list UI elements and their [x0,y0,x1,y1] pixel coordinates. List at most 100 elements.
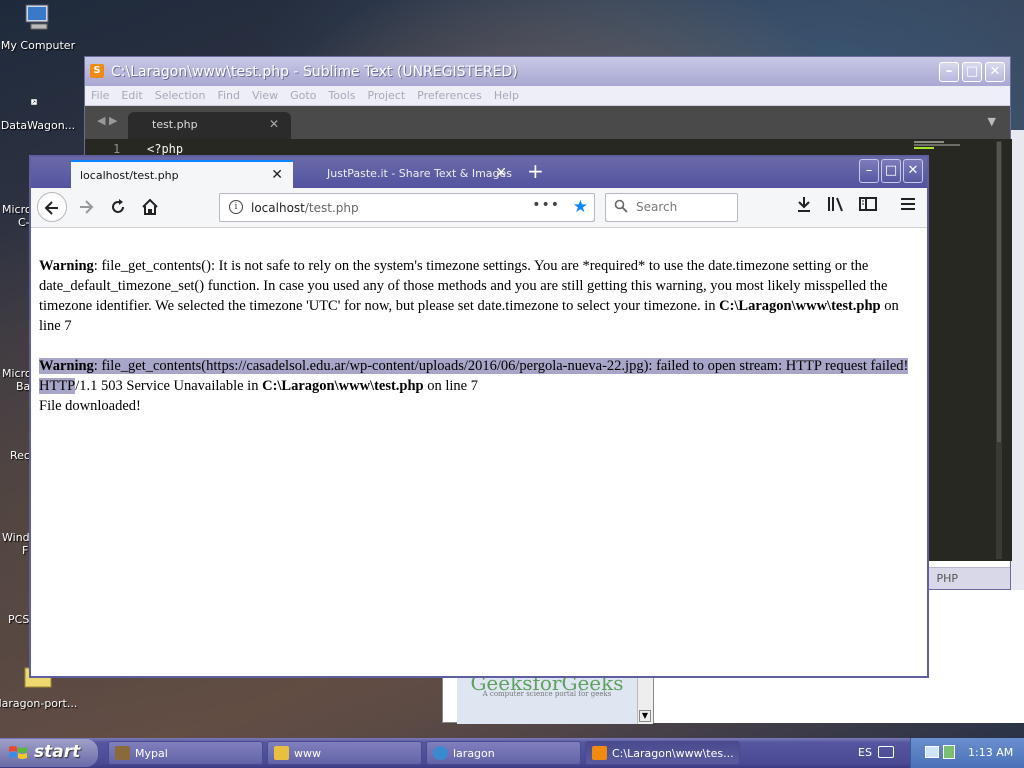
task-label: laragon [453,747,495,760]
home-icon [142,198,158,215]
scroll-down-icon[interactable]: ▼ [639,710,651,722]
warning-message-1: Warning: file_get_contents(): It is not … [39,256,919,336]
windows-flag-icon [9,746,27,759]
menu-file[interactable]: File [85,86,115,102]
monitor-icon[interactable] [925,746,939,758]
warning-message-2: Warning: file_get_contents(https://casad… [39,356,919,396]
maximize-button[interactable]: □ [962,62,982,82]
tab-label: JustPaste.it - Share Text & Images [327,167,513,180]
task-label: www [294,747,321,760]
mypal-icon [115,746,130,760]
menu-tools[interactable]: Tools [322,86,361,102]
menu-edit[interactable]: Edit [115,86,148,102]
taskbar-item-mypal[interactable]: Mypal [108,741,263,765]
bookmark-star-icon[interactable]: ★ [573,197,588,217]
sublime-titlebar[interactable]: S C:\Laragon\www\test.php - Sublime Text… [85,57,1010,86]
downloads-button[interactable] [793,196,815,218]
new-tab-button[interactable]: + [527,159,544,183]
sublime-menubar: File Edit Selection Find View Goto Tools Projec… [85,86,1010,106]
home-button[interactable] [135,192,165,222]
reload-button[interactable] [103,192,133,222]
desktop-partial-label: Rec [10,449,30,462]
my-computer-label: My Computer [0,39,76,52]
background-window-edge [1011,130,1024,590]
clock[interactable]: 1:13 AM [968,746,1013,759]
firefox-window[interactable]: localhost/test.php ✕ JustPaste.it - Shar… [29,155,929,678]
task-label: C:\Laragon\www\tes... [612,747,734,760]
tab-label: localhost/test.php [80,169,179,182]
menu-selection[interactable]: Selection [149,86,212,102]
close-tab-icon[interactable]: ✕ [269,117,279,131]
download-status: File downloaded! [39,398,141,414]
laragon-icon [433,746,448,760]
datawagon-label: DataWagon... [0,119,76,132]
warning-line-number: 7 [64,318,72,334]
maximize-button[interactable]: □ [881,159,901,183]
start-button[interactable]: start [0,739,98,767]
warning-line-number: 7 [470,378,478,394]
scrollbar[interactable]: ▼ [637,678,653,724]
sidebar-button[interactable] [857,196,879,218]
background-browser-window: GeeksforGeeks A computer science portal … [442,671,654,724]
close-tab-icon[interactable]: ✕ [271,167,283,183]
minimize-button[interactable]: – [859,159,879,183]
warning-label: Warning [39,358,94,374]
sidebar-icon [859,197,877,211]
language-indicator[interactable]: ES [858,746,872,759]
menu-view[interactable]: View [246,86,284,102]
forward-button[interactable] [71,192,101,222]
sublime-window-title: C:\Laragon\www\test.php - Sublime Text (… [111,64,518,80]
keyboard-icon[interactable] [878,746,894,758]
menu-preferences[interactable]: Preferences [411,86,488,102]
taskbar: start Mypal www laragon C:\Laragon\www\t… [0,738,1024,768]
sublime-tabbar: ◀ ▶ test.php ✕ ▼ [85,106,1010,139]
datawagon-icon[interactable]: DataWagon... [0,98,78,132]
page-content: Warning: file_get_contents(): It is not … [31,228,927,676]
desktop-partial-label: Micro [2,367,32,380]
desktop-partial-label: PCS [8,613,30,626]
taskbar-item-laragon[interactable]: laragon [426,741,581,765]
menu-project[interactable]: Project [362,86,412,102]
close-button[interactable]: ✕ [985,62,1005,82]
minimize-button[interactable]: – [939,62,959,82]
search-box[interactable] [605,193,738,222]
search-icon [614,199,628,213]
code-line: <?php [147,142,184,156]
desktop-partial-label: Micro [2,203,32,216]
taskbar-item-www[interactable]: www [267,741,422,765]
task-label: Mypal [135,747,168,760]
my-computer-icon[interactable]: My Computer [0,2,78,52]
url-text: localhost/test.php [251,201,359,215]
page-actions-icon[interactable]: ••• [532,197,560,213]
menu-button[interactable] [897,196,919,218]
desktop-partial-label: C- [18,216,30,229]
desktop-partial-label: F [22,544,29,557]
taskbar-item-sublime[interactable]: C:\Laragon\www\tes... [585,741,740,765]
library-icon [828,197,843,212]
back-button[interactable] [37,192,67,222]
warning-file: C:\Laragon\www\test.php [262,378,424,394]
close-button[interactable]: ✕ [903,159,923,183]
search-input[interactable] [636,200,731,214]
firefox-tabbar: localhost/test.php ✕ JustPaste.it - Shar… [31,157,927,188]
geeksforgeeks-tagline: A computer science portal for geeks [482,690,612,698]
syntax-label[interactable]: PHP [936,572,958,585]
menu-goto[interactable]: Goto [284,86,322,102]
tab-justpaste[interactable]: JustPaste.it - Share Text & Images ✕ [295,160,517,188]
menu-find[interactable]: Find [211,86,246,102]
url-bar[interactable]: i localhost/test.php ••• ★ [219,193,595,222]
sublime-tab-test-php[interactable]: test.php ✕ [128,112,291,139]
laragon-portable-label: laragon-port... [0,697,78,710]
tab-nav-arrows[interactable]: ◀ ▶ [97,114,117,127]
info-icon[interactable]: i [229,200,243,214]
close-tab-icon[interactable]: ✕ [495,165,507,181]
sublime-tab-label: test.php [152,118,198,131]
start-label: start [34,742,81,762]
menu-help[interactable]: Help [488,86,525,102]
sublime-logo-icon: S [90,64,104,78]
forward-arrow-icon [80,200,94,214]
tab-localhost-test[interactable]: localhost/test.php ✕ [71,160,293,188]
library-button[interactable] [825,196,847,218]
tab-dropdown-icon[interactable]: ▼ [988,115,996,128]
network-icon[interactable] [943,745,955,759]
